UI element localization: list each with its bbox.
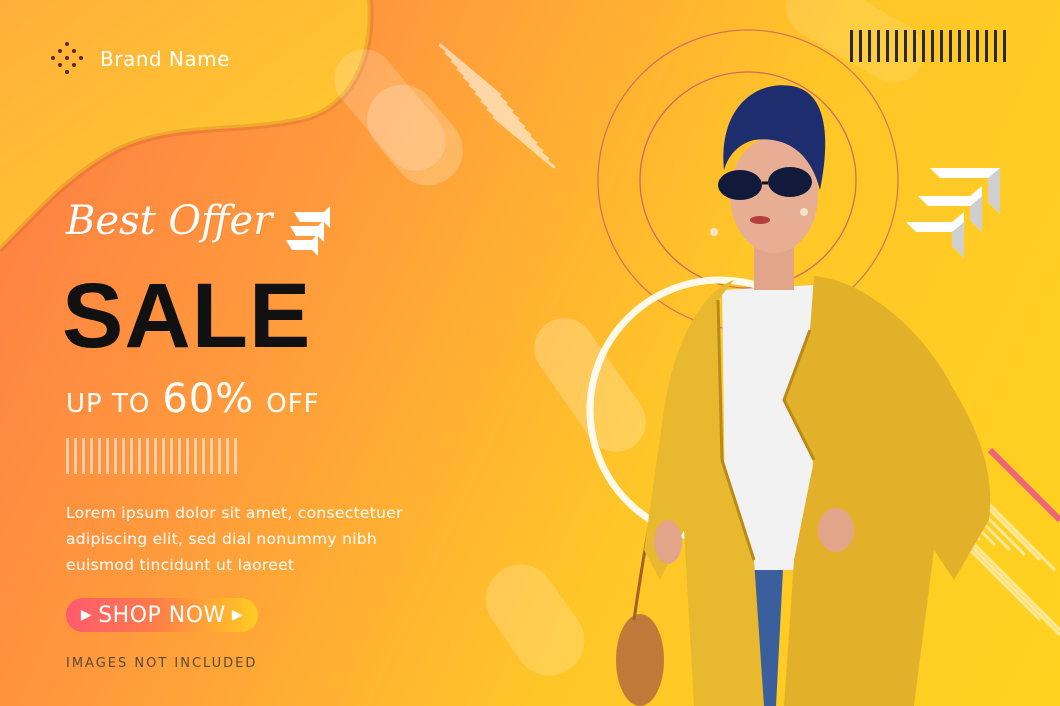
best-offer-script: Best Offer: [66, 198, 273, 244]
dotted-diamond-icon: [51, 42, 83, 74]
shop-now-label: SHOP NOW: [98, 602, 226, 628]
play-triangle-icon: ▶: [80, 607, 93, 623]
description: Lorem ipsum dolor sit amet, consectetuer…: [66, 500, 446, 578]
discount-value: 60%: [162, 376, 255, 422]
model-photo: [616, 85, 991, 706]
brand: Brand Name: [48, 40, 230, 78]
discount-line: UP TO 60% OFF: [66, 376, 320, 422]
brand-name: Brand Name: [100, 47, 230, 71]
description-line: Lorem ipsum dolor sit amet, consectetuer: [66, 504, 403, 522]
play-triangle-icon: ▶: [231, 607, 244, 623]
sale-banner: Brand Name Best Offer SALE UP TO 60% OFF: [0, 0, 1060, 706]
description-line: euismod tincidunt ut laoreet: [66, 556, 295, 574]
description-line: adipiscing elit, sed dial nonummy nibh: [66, 530, 378, 548]
coat-right: [784, 276, 991, 706]
shop-now-button[interactable]: ▶ SHOP NOW ▶: [66, 598, 258, 632]
chevron-stack-icon: [286, 206, 330, 256]
discount-suffix: OFF: [266, 389, 320, 419]
images-not-included-note: IMAGES NOT INCLUDED: [66, 656, 258, 671]
barcode-stripes-icon: [66, 438, 237, 474]
sale-title: SALE: [62, 265, 312, 367]
handbag: [616, 614, 664, 706]
barcode-stripes-icon: [850, 30, 1006, 62]
discount-prefix: UP TO: [66, 389, 151, 419]
